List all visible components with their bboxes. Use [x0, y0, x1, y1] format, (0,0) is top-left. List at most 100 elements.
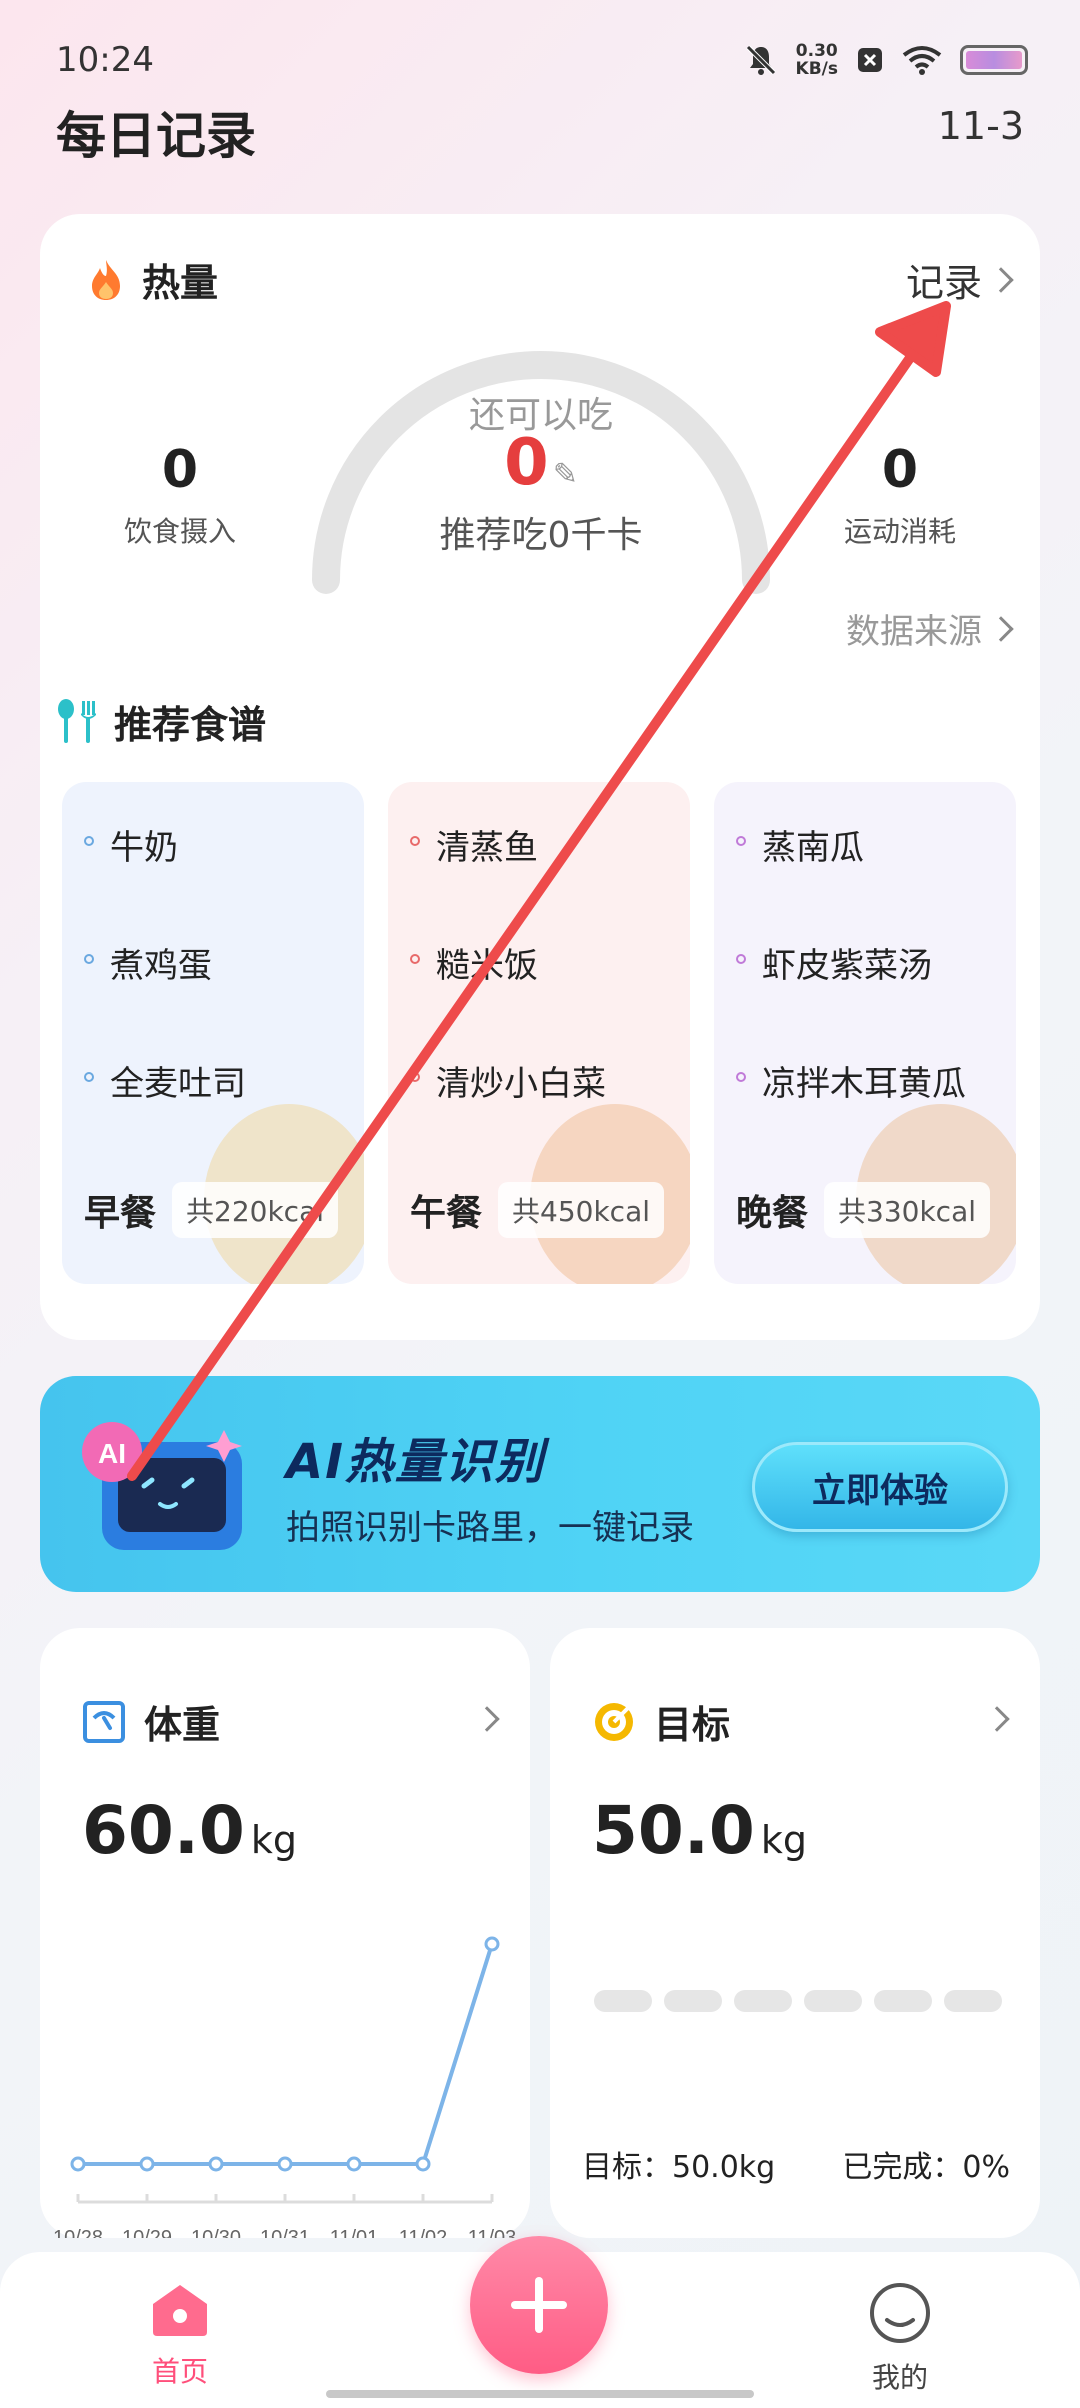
bullet-dot: [736, 1072, 746, 1082]
meal-item-label: 糙米饭: [436, 946, 538, 986]
meal-card-dinner[interactable]: 蒸南瓜 虾皮紫菜汤 凉拌木耳黄瓜 晚餐 共330kcal: [714, 782, 1016, 1284]
bullet-dot: [410, 836, 420, 846]
meal-card-breakfast[interactable]: 牛奶 煮鸡蛋 全麦吐司 早餐 共220kcal: [62, 782, 364, 1284]
meal-card-lunch[interactable]: 清蒸鱼 糙米饭 清炒小白菜 午餐 共450kcal: [388, 782, 690, 1284]
wifi-icon: [902, 46, 942, 75]
battery-icon: [960, 45, 1028, 75]
bullet-dot: [410, 954, 420, 964]
weight-header: 体重: [82, 1694, 220, 1749]
bullet-dot: [736, 954, 746, 964]
progress-segment: [874, 1990, 932, 2012]
nav-home-label: 首页: [151, 2355, 208, 2388]
meal-item-label: 凉拌木耳黄瓜: [762, 1064, 966, 1104]
bullet-dot: [736, 836, 746, 846]
data-point: [346, 2156, 362, 2172]
burn-stat: 0 运动消耗: [800, 440, 1000, 550]
recipe-section-header: 推荐食谱: [54, 694, 266, 749]
record-link[interactable]: 记录: [905, 252, 1014, 307]
meal-item: 全麦吐司: [84, 1056, 246, 1174]
bullet-dot: [410, 1072, 420, 1082]
x-tick-label: 10/28: [53, 2227, 103, 2238]
meal-name: 早餐: [84, 1193, 157, 1234]
nav-home[interactable]: 首页: [120, 2282, 240, 2390]
mute-bell-icon: [745, 45, 776, 75]
weight-line-chart: 10/28 10/29 10/30 10/31 11/01 11/02 11/03: [53, 1936, 516, 2238]
meal-item: 凉拌木耳黄瓜: [736, 1056, 966, 1174]
x-tick-label: 10/29: [122, 2227, 172, 2238]
goal-card[interactable]: 目标 50.0 kg 目标：50.0kg 已完成：0%: [550, 1628, 1040, 2238]
remaining-value[interactable]: 0 ✎: [306, 426, 776, 500]
meal-kcal-badge: 共330kcal: [824, 1182, 991, 1238]
weight-title: 体重: [144, 1703, 221, 1747]
meal-item: 牛奶: [84, 820, 246, 938]
x-tick-label: 10/30: [191, 2227, 241, 2238]
date-label[interactable]: 11-3: [938, 104, 1024, 148]
meal-name: 晚餐: [736, 1193, 809, 1234]
meal-item: 糙米饭: [410, 938, 606, 1056]
bullet-dot: [84, 1072, 94, 1082]
status-time: 10:24: [56, 40, 154, 80]
goal-header: 目标: [592, 1694, 730, 1749]
page-title: 每日记录: [56, 107, 256, 165]
meal-item: 煮鸡蛋: [84, 938, 246, 1056]
goal-progress-text: 已完成：0%: [842, 2150, 1010, 2185]
try-now-button[interactable]: 立即体验: [752, 1442, 1008, 1532]
add-record-button[interactable]: [470, 2236, 608, 2374]
chevron-right-icon[interactable]: [474, 1706, 500, 1732]
meal-item: 清蒸鱼: [410, 820, 606, 938]
meal-item-label: 煮鸡蛋: [110, 946, 212, 986]
target-icon: [595, 1702, 633, 1741]
weight-number: 60.0: [82, 1792, 245, 1869]
data-point: [277, 2156, 293, 2172]
intake-label: 饮食摄入: [123, 515, 236, 548]
goal-progress-bar: [594, 1990, 1002, 2012]
ai-calorie-banner[interactable]: AI AI热量识别 拍照识别卡路里，一键记录 立即体验: [40, 1376, 1040, 1592]
ai-badge-text: AI: [98, 1438, 126, 1469]
bullet-dot: [84, 836, 94, 846]
calorie-section-header: 热量: [86, 252, 218, 307]
ai-banner-title: AI热量识别: [286, 1434, 546, 1490]
data-source-link[interactable]: 数据来源: [846, 604, 1014, 653]
weight-unit: kg: [250, 1818, 297, 1862]
data-point: [208, 2156, 224, 2172]
progress-segment: [944, 1990, 1002, 2012]
network-speed-unit: KB/s: [795, 59, 838, 79]
meal-item-label: 虾皮紫菜汤: [762, 946, 932, 986]
plus-icon: [511, 2277, 567, 2333]
data-source-label: 数据来源: [846, 612, 982, 652]
goal-title: 目标: [654, 1703, 731, 1747]
meal-item-label: 蒸南瓜: [762, 828, 864, 868]
record-link-label: 记录: [905, 261, 982, 305]
meal-item-label: 清炒小白菜: [436, 1064, 606, 1104]
meal-item-label: 清蒸鱼: [436, 828, 538, 868]
data-point: [484, 1936, 500, 1952]
meal-kcal-badge: 共450kcal: [498, 1182, 665, 1238]
goal-unit: kg: [760, 1818, 807, 1862]
meal-item-label: 全麦吐司: [110, 1064, 246, 1104]
calorie-card: 热量 记录 还可以吃 0✎ 推荐吃0千卡 0 饮食摄入 0 运动消耗 数据来源: [40, 214, 1040, 1340]
weight-card[interactable]: 体重 60.0 kg 10/28 10/29 10/30 10/31 11/01 11/02…: [40, 1628, 530, 2238]
ai-banner-subtitle: 拍照识别卡路里，一键记录: [286, 1508, 694, 1548]
nav-mine[interactable]: 我的: [840, 2282, 960, 2396]
x-tick-label: 11/02: [399, 2227, 448, 2238]
profile-smile-icon: [870, 2283, 930, 2343]
pencil-edit-icon[interactable]: ✎: [553, 457, 578, 492]
scale-icon: [83, 1700, 125, 1743]
burn-label: 运动消耗: [843, 515, 956, 548]
meal-item: 虾皮紫菜汤: [736, 938, 966, 1056]
status-icons: 0.30 KB/s: [744, 42, 1028, 78]
ai-camera-mascot-icon: AI: [82, 1422, 242, 1550]
goal-value: 50.0 kg: [592, 1792, 807, 1869]
network-speed-value: 0.30: [795, 41, 838, 61]
meal-name: 午餐: [410, 1193, 483, 1234]
weight-value: 60.0 kg: [82, 1792, 297, 1869]
goal-number: 50.0: [592, 1792, 755, 1869]
meal-kcal-badge: 共220kcal: [172, 1182, 339, 1238]
weight-series-line: [78, 1943, 494, 2166]
meal-item-label: 牛奶: [110, 828, 178, 868]
chevron-right-icon[interactable]: [984, 1706, 1010, 1732]
chevron-right-icon: [988, 266, 1014, 293]
progress-segment: [734, 1990, 792, 2012]
network-speed: 0.30 KB/s: [796, 42, 838, 78]
meal-item: 蒸南瓜: [736, 820, 966, 938]
